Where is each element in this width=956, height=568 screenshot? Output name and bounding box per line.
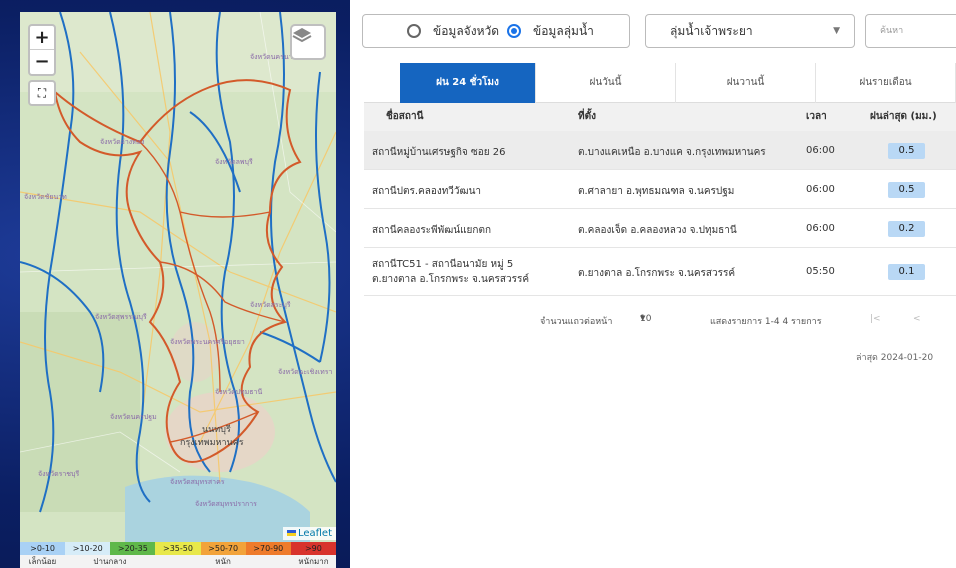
rain-map[interactable]: จังหวัดนครนายก จังหวัดอ่างทอง จังหวัดลพบ… [20, 12, 336, 542]
station-location: ต.บางแคเหนือ อ.บางแค จ.กรุงเทพมหานคร [578, 146, 766, 158]
leaflet-attribution[interactable]: Leaflet [282, 527, 336, 540]
map-label: จังหวัดพระนครศรีอยุธยา [170, 338, 245, 346]
radio-province-label: ข้อมูลจังหวัด [433, 23, 500, 38]
map-label: จังหวัดชัยนาท [24, 193, 67, 201]
map-label: จังหวัดลพบุรี [215, 158, 253, 166]
rain-value-badge: 0.5 [888, 181, 925, 198]
table-row[interactable]: สถานีหมู่บ้านเศรษฐกิจ ซอย 26 ต.บางแคเหนือ… [364, 131, 956, 170]
first-page-button[interactable]: |< [870, 314, 881, 324]
map-label: นนทบุรี [202, 425, 231, 435]
data-type-radio-group: ข้อมูลจังหวัด ข้อมูลลุ่มน้ำ [362, 14, 630, 48]
search-input[interactable]: ค้นหา [865, 14, 956, 48]
legend-range: >50-70 [200, 542, 246, 555]
map-label: จังหวัดสุพรรณบุรี [95, 313, 147, 321]
station-name[interactable]: สถานีคลองระพีพัฒน์แยกตก [372, 223, 491, 238]
basin-select-value: ลุ่มน้ำเจ้าพระยา [670, 24, 753, 38]
station-location: ต.ศาลายา อ.พุทธมณฑล จ.นครปฐม [578, 185, 735, 197]
legend-range: >10-20 [65, 542, 111, 555]
tab-rain-24h[interactable]: ฝน 24 ชั่วโมง [400, 63, 536, 103]
table-header: ชื่อสถานี ที่ตั้ง เวลา ฝนล่าสุด (มม.) ↓ [364, 103, 956, 131]
legend-range: >0-10 [20, 542, 66, 555]
zoom-control: + − [28, 24, 56, 76]
map-label: จังหวัดสระบุรี [250, 301, 291, 309]
header-station[interactable]: ชื่อสถานี [386, 103, 423, 131]
rain-legend: >0-10 >10-20 >20-35 >35-50 >50-70 >70-90 >90 เ… [20, 542, 336, 568]
station-name[interactable]: สถานีปตร.คลองทวีวัฒนา [372, 184, 481, 199]
legend-range: >90 [290, 542, 336, 555]
radio-province[interactable] [407, 24, 421, 38]
legend-range: >20-35 [110, 542, 156, 555]
table-row[interactable]: สถานีTC51 - สถานีอนามัย หมู่ 5 ต.ยางตาล อ… [364, 248, 956, 296]
zoom-out-button[interactable]: − [30, 50, 54, 74]
header-time[interactable]: เวลา [806, 103, 827, 131]
station-location: ต.คลองเจ็ด อ.คลองหลวง จ.ปทุมธานี [578, 224, 737, 236]
legend-level: หนัก [215, 557, 231, 566]
station-name[interactable]: สถานีหมู่บ้านเศรษฐกิจ ซอย 26 [372, 145, 506, 160]
station-location: ต.ยางตาล อ.โกรกพระ จ.นครสวรรค์ [578, 268, 736, 279]
reading-time: 05:50 [806, 266, 835, 277]
prev-page-button[interactable]: < [913, 314, 921, 324]
legend-level: ปานกลาง [93, 557, 127, 566]
reading-time: 06:00 [806, 183, 835, 195]
map-label: จังหวัดอ่างทอง [100, 138, 145, 146]
tab-rain-monthly[interactable]: ฝนรายเดือน [816, 63, 956, 103]
legend-level: หนักมาก [298, 557, 329, 566]
fullscreen-button[interactable]: ⛶ [28, 80, 56, 106]
map-label: จังหวัดฉะเชิงเทรา [278, 368, 333, 376]
table-row[interactable]: สถานีปตร.คลองทวีวัฒนา ต.ศาลายา อ.พุทธมณฑล… [364, 170, 956, 209]
ukraine-flag-icon [286, 530, 296, 536]
zoom-in-button[interactable]: + [30, 26, 54, 50]
map-canvas[interactable] [20, 12, 336, 542]
rows-per-page-label: จำนวนแถวต่อหน้า [540, 317, 613, 327]
basin-select[interactable]: ลุ่มน้ำเจ้าพระยา ▼ [645, 14, 855, 48]
last-updated: ล่าสุด 2024-01-20 [856, 353, 934, 363]
chevron-down-icon: ▼ [640, 314, 646, 322]
rain-value-badge: 0.5 [888, 142, 925, 159]
chevron-down-icon: ▼ [833, 26, 840, 36]
map-label: กรุงเทพมหานคร [180, 438, 244, 448]
station-name-line2: ต.ยางตาล อ.โกรกพระ จ.นครสวรรค์ [372, 274, 530, 285]
layers-icon [292, 28, 312, 43]
map-label: จังหวัดนครปฐม [110, 413, 157, 421]
rain-value-badge: 0.1 [888, 264, 925, 280]
showing-range: แสดงรายการ 1-4 4 รายการ [710, 317, 822, 327]
legend-level: เล็กน้อย [28, 557, 57, 566]
tab-rain-today[interactable]: ฝนวันนี้ [536, 63, 676, 103]
station-name[interactable]: สถานีTC51 - สถานีอนามัย หมู่ 5 [372, 257, 513, 272]
table-row[interactable]: สถานีคลองระพีพัฒน์แยกตก ต.คลองเจ็ด อ.คลอง… [364, 209, 956, 248]
reading-time: 06:00 [806, 144, 835, 156]
radio-basin-label: ข้อมูลลุ่มน้ำ [533, 23, 594, 38]
station-panel: ข้อมูลจังหวัด ข้อมูลลุ่มน้ำ ลุ่มน้ำเจ้าพ… [350, 0, 956, 568]
map-label: จังหวัดสมุทรสาคร [170, 478, 225, 486]
header-location[interactable]: ที่ตั้ง [578, 103, 596, 131]
map-label: จังหวัดสมุทรปราการ [195, 500, 257, 508]
map-label: จังหวัดราชบุรี [38, 470, 80, 478]
fullscreen-icon: ⛶ [37, 86, 47, 100]
rain-period-tabs: ฝน 24 ชั่วโมง ฝนวันนี้ ฝนวานนี้ ฝนรายเดื… [364, 63, 956, 103]
legend-level-row: เล็กน้อย ปานกลาง หนัก หนักมาก [20, 555, 336, 568]
legend-range: >35-50 [155, 542, 201, 555]
rain-value-badge: 0.2 [888, 220, 925, 237]
legend-color-row: >0-10 >10-20 >20-35 >35-50 >50-70 >70-90 >90 [20, 542, 336, 555]
map-label: จังหวัดปทุมธานี [215, 388, 263, 396]
legend-range: >70-90 [245, 542, 291, 555]
radio-basin[interactable] [507, 24, 522, 38]
layers-button[interactable] [290, 24, 326, 60]
header-rain[interactable]: ฝนล่าสุด (มม.) [870, 103, 937, 131]
tab-rain-yesterday[interactable]: ฝนวานนี้ [676, 63, 816, 103]
reading-time: 06:00 [806, 222, 835, 234]
